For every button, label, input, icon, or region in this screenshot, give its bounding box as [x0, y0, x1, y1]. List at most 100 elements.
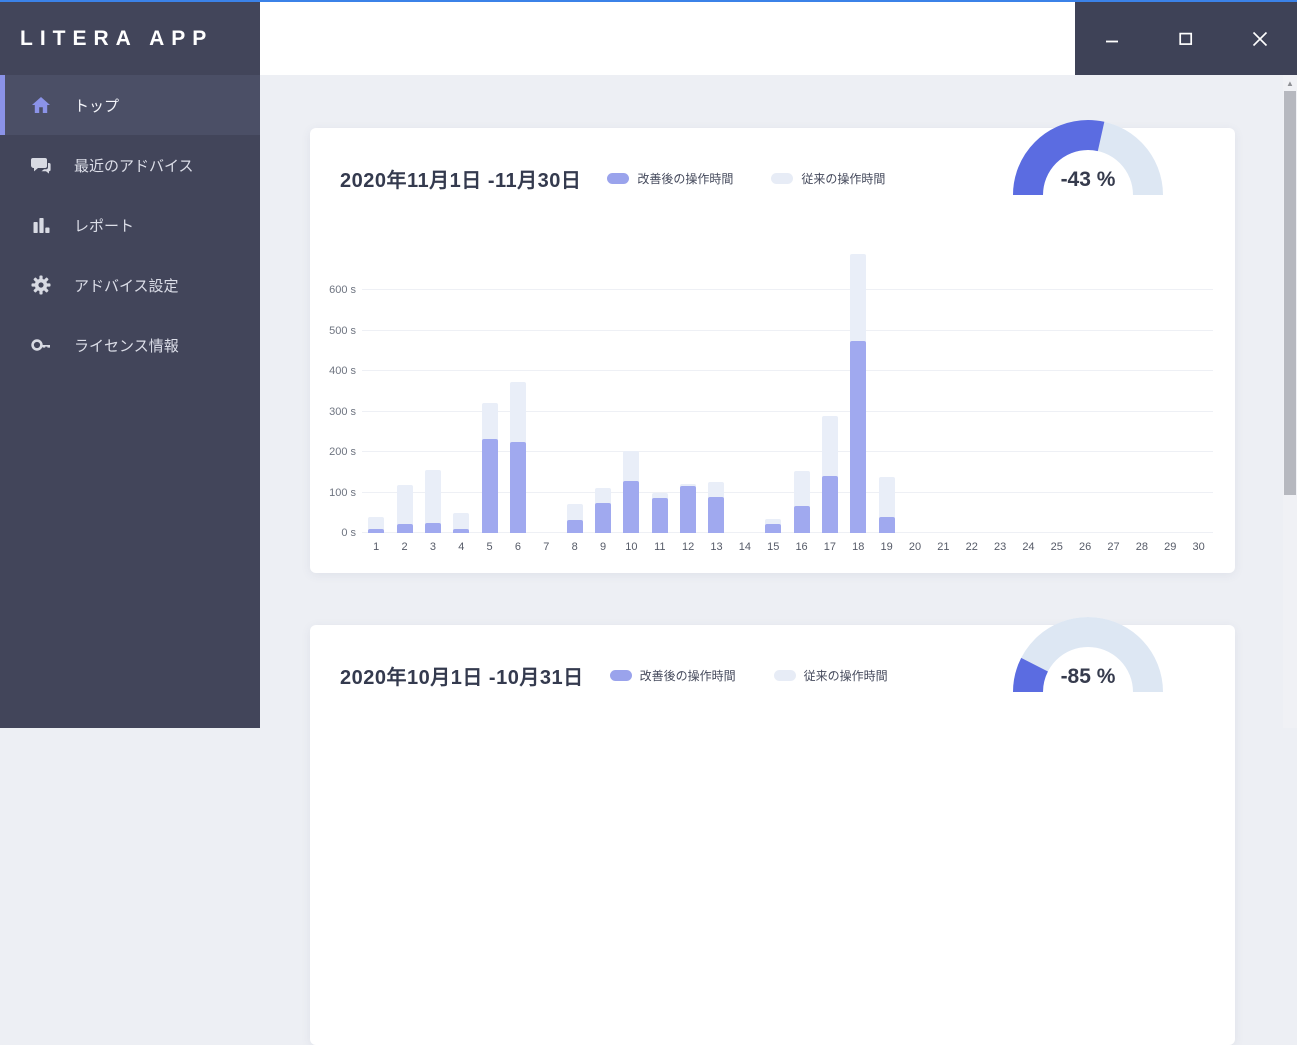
bar-improved — [765, 524, 782, 533]
legend-swatch-conventional — [773, 670, 796, 681]
bar-improved — [566, 519, 583, 533]
sidebar-item-license-info[interactable]: ライセンス情報 — [0, 315, 260, 375]
x-axis-tick: 24 — [1022, 541, 1035, 553]
x-axis-tick: 23 — [993, 541, 1007, 553]
y-axis-tick: 500 s — [329, 324, 356, 337]
bar-slot-day-8 — [561, 248, 589, 533]
bar-slot-day-3 — [419, 248, 447, 533]
bar-slot-day-17 — [816, 248, 844, 533]
sidebar-item-top[interactable]: トップ — [0, 75, 260, 135]
maximize-button[interactable] — [1149, 2, 1223, 75]
titlebar[interactable] — [260, 2, 1075, 75]
card-title: 2020年10月1日 -10月31日 — [340, 667, 584, 689]
x-axis-tick: 15 — [767, 541, 780, 553]
sidebar: LITERA APP トップ 最近のアドバイス レポート アドバイス設定 ライセ… — [0, 2, 260, 728]
x-axis-tick: 30 — [1192, 541, 1205, 553]
bar-improved — [396, 524, 413, 533]
scrollbar-thumb[interactable] — [1284, 91, 1296, 495]
x-axis-tick: 11 — [654, 541, 666, 553]
chart-plot — [362, 248, 1213, 533]
legend-label: 改善後の操作時間 — [639, 669, 736, 683]
minimize-button[interactable] — [1075, 2, 1149, 75]
card-header: 2020年10月1日 -10月31日 改善後の操作時間 従来の操作時間 — [340, 661, 888, 690]
x-axis-tick: 7 — [543, 541, 550, 553]
x-axis-tick: 5 — [486, 541, 493, 553]
bar-improved — [708, 497, 725, 533]
close-button[interactable] — [1223, 2, 1297, 75]
window-controls — [1075, 2, 1297, 75]
x-axis-tick: 22 — [965, 541, 978, 553]
bar-slot-day-25 — [1043, 248, 1071, 533]
chart-xlabels: 1 2 3 4 5 6 7 8 9 10 11 12 13 14 15 16 17 18 19 20 21 22 23 24 2… — [362, 541, 1213, 553]
legend-item-conventional: 従来の操作時間 — [771, 170, 885, 187]
chart-bars — [362, 248, 1213, 533]
x-axis-tick: 8 — [571, 541, 578, 553]
x-axis-tick: 17 — [823, 541, 837, 553]
bar-slot-day-6 — [504, 248, 532, 533]
report-card-october: 2020年10月1日 -10月31日 改善後の操作時間 従来の操作時間 -85 … — [310, 617, 1235, 1045]
bar-slot-day-11 — [646, 248, 674, 533]
close-icon — [1252, 31, 1268, 47]
bar-improved — [651, 498, 668, 533]
sidebar-item-label: アドバイス設定 — [74, 277, 179, 295]
bar-slot-day-28 — [1128, 248, 1156, 533]
legend-item-improved: 改善後の操作時間 — [609, 667, 736, 684]
window-top-border — [0, 0, 1297, 2]
bar-slot-day-20 — [901, 248, 929, 533]
bar-improved — [821, 476, 838, 533]
bar-slot-day-22 — [958, 248, 986, 533]
reduction-gauge: -43 % — [1013, 120, 1163, 195]
app-logo: LITERA APP — [20, 26, 214, 50]
scrollbar-up-arrow[interactable]: ▲ — [1283, 75, 1297, 91]
x-axis-tick: 9 — [599, 541, 607, 553]
bar-slot-day-19 — [872, 248, 900, 533]
x-axis-tick: 16 — [795, 541, 808, 553]
legend-label: 従来の操作時間 — [803, 669, 888, 683]
bar-slot-day-9 — [589, 248, 617, 533]
legend-swatch-improved — [609, 670, 632, 681]
main-content: 2020年11月1日 -11月30日 改善後の操作時間 従来の操作時間 -43 … — [260, 75, 1297, 1045]
bar-slot-day-26 — [1071, 248, 1099, 533]
sidebar-item-report[interactable]: レポート — [0, 195, 260, 255]
x-axis-tick: 27 — [1107, 541, 1120, 553]
reduction-gauge: -85 % — [1013, 617, 1163, 692]
sidebar-item-label: 最近のアドバイス — [74, 157, 194, 175]
key-icon — [30, 334, 52, 356]
card-header: 2020年11月1日 -11月30日 改善後の操作時間 従来の操作時間 — [340, 164, 885, 193]
x-axis-tick: 20 — [908, 541, 922, 553]
x-axis-tick: 3 — [429, 541, 436, 553]
x-axis-tick: 19 — [880, 541, 893, 553]
bar-improved — [453, 528, 470, 533]
x-axis-tick: 18 — [852, 541, 865, 553]
sidebar-item-recent-advice[interactable]: 最近のアドバイス — [0, 135, 260, 195]
bar-chart: 0 s 100 s 200 s 300 s 400 s 500 s 600 s — [322, 248, 1213, 539]
x-axis-tick: 6 — [514, 541, 522, 553]
sidebar-item-label: レポート — [74, 217, 135, 235]
x-axis-tick: 1 — [373, 541, 380, 553]
gear-icon — [30, 274, 52, 296]
chart-legend: 改善後の操作時間 従来の操作時間 — [607, 170, 885, 187]
sidebar-item-advice-settings[interactable]: アドバイス設定 — [0, 255, 260, 315]
bar-improved — [481, 439, 498, 533]
legend-item-conventional: 従来の操作時間 — [773, 667, 888, 684]
home-icon — [30, 94, 52, 116]
y-axis-tick: 100 s — [329, 486, 356, 499]
x-axis-tick: 28 — [1135, 541, 1148, 553]
bar-slot-day-14 — [731, 248, 759, 533]
bar-slot-day-24 — [1014, 248, 1042, 533]
bar-slot-day-15 — [759, 248, 787, 533]
sidebar-nav: トップ 最近のアドバイス レポート アドバイス設定 ライセンス情報 — [0, 75, 260, 375]
bar-slot-day-4 — [447, 248, 475, 533]
bar-improved — [595, 503, 612, 533]
bar-improved — [850, 340, 867, 533]
legend-label: 改善後の操作時間 — [637, 172, 734, 186]
legend-swatch-improved — [607, 173, 630, 184]
gauge-value: -43 % — [1061, 168, 1116, 191]
bar-slot-day-30 — [1184, 248, 1212, 533]
minimize-icon — [1105, 32, 1119, 46]
legend-item-improved: 改善後の操作時間 — [607, 170, 733, 187]
bar-chart-icon — [30, 214, 52, 236]
chat-icon — [30, 154, 52, 176]
y-axis-tick: 200 s — [329, 446, 356, 458]
bar-improved — [793, 505, 810, 533]
